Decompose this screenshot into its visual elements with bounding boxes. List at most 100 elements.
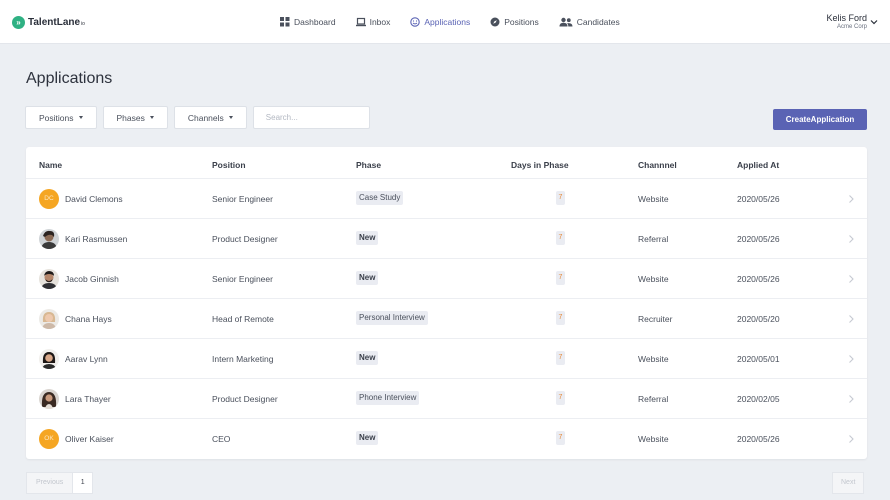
days-in-phase-badge: 7 [556,231,565,245]
days-in-phase-badge: 7 [556,271,565,285]
chevron-right-icon [849,315,854,323]
pagination: Previous 1 [26,472,94,494]
table-row[interactable]: Jacob Ginnish Senior Engineer New 7 Webs… [26,259,867,299]
channels-filter-label: Channels [187,112,224,123]
days-in-phase-badge: 7 [556,431,565,445]
nav-dashboard[interactable]: Dashboard [280,17,336,27]
table-row[interactable]: Aarav Lynn Intern Marketing New 7 Websit… [26,339,867,379]
applied-at-cell: 2020/05/26 [737,234,780,244]
search-input[interactable] [252,106,370,129]
column-header-position[interactable]: Position [212,160,246,170]
applied-at-cell: 2020/05/26 [737,194,780,204]
user-name: Kelis Ford [826,13,867,23]
phase-tag: Case Study [356,191,404,205]
avatar [39,269,59,289]
column-header-applied[interactable]: Applied At [737,160,779,170]
top-navbar: » TalentLane io Dashboard Inbox Applicat… [0,0,890,44]
nav-positions-label: Positions [504,17,539,27]
user-org: Acme Corp [836,24,867,30]
table-row[interactable]: Kari Rasmussen Product Designer New 7 Re… [26,219,867,259]
position-cell: Senior Engineer [212,194,273,204]
phases-filter-dropdown[interactable]: Phases [102,106,168,129]
caret-down-icon [228,116,233,119]
candidate-name: David Clemons [65,194,123,204]
candidate-name: Jacob Ginnish [65,274,119,284]
table-header: Name Position Phase Days in Phase Channn… [26,147,867,179]
phase-tag: New [356,231,379,245]
chevron-right-icon [849,195,854,203]
nav-inbox-label: Inbox [369,17,391,27]
chevron-right-icon [849,435,854,443]
phase-tag: Phone Interview [356,391,420,405]
positions-filter-dropdown[interactable]: Positions [25,106,97,129]
avatar [39,349,59,369]
channel-cell: Referral [638,234,669,244]
channel-cell: Website [638,274,669,284]
column-header-channel[interactable]: Channnel [638,160,677,170]
chevron-right-icon [849,235,854,243]
table-row[interactable]: Lara Thayer Product Designer Phone Inter… [26,379,867,419]
logo[interactable]: » TalentLane io [12,14,85,30]
nav-applications[interactable]: Applications [410,17,470,27]
logo-text: TalentLane [28,16,81,28]
nav-dashboard-label: Dashboard [294,17,336,27]
column-header-days[interactable]: Days in Phase [511,160,569,170]
channel-cell: Website [638,194,669,204]
grid-icon [280,17,290,27]
applied-at-cell: 2020/05/26 [737,274,780,284]
channels-filter-dropdown[interactable]: Channels [173,106,247,129]
position-cell: CEO [212,434,231,444]
days-in-phase-badge: 7 [556,391,565,405]
avatar [39,229,59,249]
column-header-phase[interactable]: Phase [356,160,381,170]
nav-positions[interactable]: Positions [490,17,539,27]
smiley-icon [410,17,421,27]
table-row[interactable]: Chana Hays Head of Remote Personal Inter… [26,299,867,339]
logo-suffix: io [81,21,85,27]
double-chevron-icon: » [12,15,25,29]
nav-inbox[interactable]: Inbox [355,17,391,27]
position-cell: Product Designer [212,234,278,244]
phases-filter-label: Phases [116,112,145,123]
avatar: OK [39,429,59,449]
avatar [39,389,59,409]
applied-at-cell: 2020/05/20 [737,314,780,324]
applied-at-cell: 2020/02/05 [737,394,780,404]
user-menu[interactable]: Kelis Ford Acme Corp [826,13,878,32]
nav-candidates-label: Candidates [576,17,620,27]
chevron-right-icon [849,275,854,283]
candidate-name: Chana Hays [65,314,112,324]
phase-tag: Personal Interview [356,311,428,325]
laptop-icon [355,17,366,27]
position-cell: Head of Remote [212,314,274,324]
table-row[interactable]: DC David Clemons Senior Engineer Case St… [26,179,867,219]
create-application-button[interactable]: CreateApplication [773,109,867,130]
page-number-button[interactable]: 1 [73,472,94,494]
page-title: Applications [26,70,113,87]
filter-bar: Positions Phases Channels [25,106,370,129]
channel-cell: Website [638,434,669,444]
applied-at-cell: 2020/05/01 [737,354,780,364]
positions-filter-label: Positions [39,112,74,123]
column-header-name[interactable]: Name [39,160,62,170]
applied-at-cell: 2020/05/26 [737,434,780,444]
days-in-phase-badge: 7 [556,191,565,205]
caret-down-icon [149,116,154,119]
chevron-right-icon [849,355,854,363]
previous-page-button[interactable]: Previous [26,472,74,494]
candidate-name: Oliver Kaiser [65,434,114,444]
applications-table: Name Position Phase Days in Phase Channn… [26,147,867,459]
position-cell: Product Designer [212,394,278,404]
candidate-name: Kari Rasmussen [65,234,128,244]
position-cell: Intern Marketing [212,354,274,364]
nav-applications-label: Applications [424,17,471,27]
channel-cell: Recruiter [638,314,673,324]
caret-down-icon [78,116,83,119]
position-cell: Senior Engineer [212,274,273,284]
channel-cell: Referral [638,394,669,404]
phase-tag: New [356,271,379,285]
next-page-button[interactable]: Next [832,472,865,494]
table-row[interactable]: OK Oliver Kaiser CEO New 7 Website 2020/… [26,419,867,459]
chevron-right-icon [849,395,854,403]
nav-candidates[interactable]: Candidates [559,17,620,27]
